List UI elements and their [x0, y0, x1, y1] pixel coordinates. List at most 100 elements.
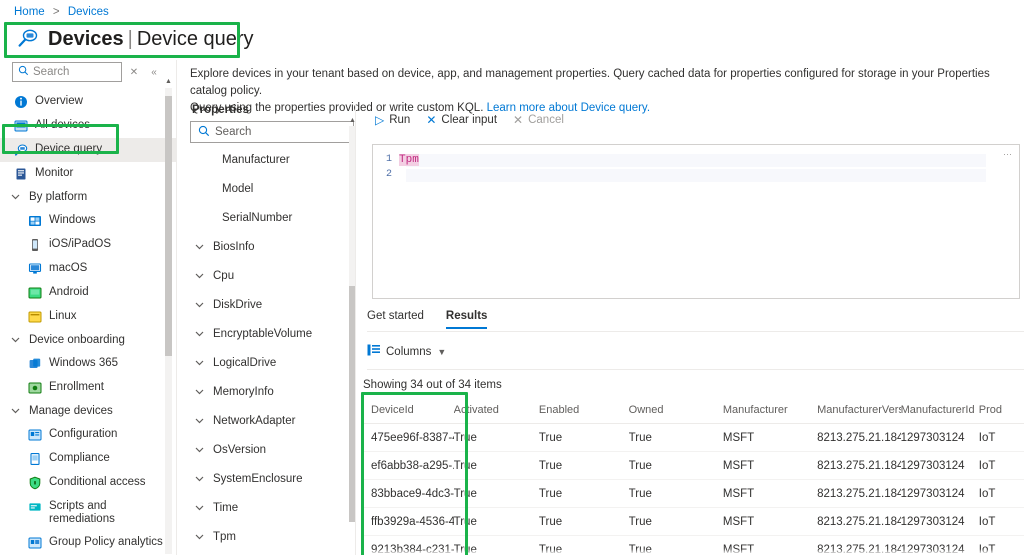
table-row[interactable]: 83bbace9-4dc3-...TrueTrueTrueMSFT8213.27…: [363, 480, 1024, 508]
table-cell: True: [628, 459, 652, 472]
table-row[interactable]: 475ee96f-8387-4...TrueTrueTrueMSFT8213.2…: [363, 424, 1024, 452]
property-item-osversion[interactable]: OsVersion: [190, 435, 356, 464]
sidebar-item-by-platform[interactable]: By platform: [0, 186, 176, 209]
all-devices-icon: [14, 119, 28, 133]
columns-button-label: Columns: [386, 345, 432, 358]
kql-query-editor[interactable]: ⋯ 1 Tpm 2: [372, 144, 1020, 299]
search-input[interactable]: Search: [12, 62, 122, 82]
table-cell: ef6abb38-a295-...: [371, 459, 454, 472]
sidebar-item-ios-ipados[interactable]: iOS/iPadOS: [0, 233, 176, 257]
table-cell: True: [538, 459, 563, 472]
android-icon: [28, 286, 42, 300]
property-item-serialnumber[interactable]: SerialNumber: [190, 203, 356, 232]
showing-count: Showing 34 out of 34 items: [363, 379, 502, 391]
table-cell: 9213b384-c231-...: [371, 543, 454, 555]
column-header[interactable]: DeviceId: [363, 404, 454, 416]
table-cell: IoT: [978, 487, 996, 500]
nav-scrollbar[interactable]: ▲: [165, 78, 172, 554]
column-header[interactable]: ManufacturerVers...: [817, 404, 901, 416]
sidebar-item-monitor[interactable]: Monitor: [0, 162, 176, 186]
nav-scrollbar-thumb[interactable]: [165, 96, 172, 356]
scroll-up-icon[interactable]: ▲: [165, 78, 172, 85]
property-item-label: Time: [213, 501, 239, 514]
breadcrumb-separator: >: [52, 6, 60, 18]
run-button[interactable]: ▷ Run: [375, 114, 410, 126]
intro-line-1: Explore devices in your tenant based on …: [190, 68, 990, 97]
table-cell: 8213.275.21.18466: [817, 431, 901, 444]
column-header[interactable]: Activated: [454, 404, 539, 416]
sidebar-item-label: By platform: [29, 191, 88, 203]
table-row[interactable]: ef6abb38-a295-... True True True MSFT 8213.27…: [363, 452, 1024, 480]
sidebar-item-overview[interactable]: Overview: [0, 90, 176, 114]
sidebar-item-group-policy-analytics[interactable]: Group Policy analytics: [0, 531, 176, 555]
table-cell: 1297303124: [900, 543, 965, 555]
breadcrumb-devices[interactable]: Devices: [68, 6, 109, 18]
column-header[interactable]: Owned: [629, 404, 723, 416]
sidebar-item-conditional-access[interactable]: Conditional access: [0, 471, 176, 495]
property-item-diskdrive[interactable]: DiskDrive: [190, 290, 356, 319]
sidebar-item-label: Conditional access: [49, 476, 146, 488]
property-item-cpu[interactable]: Cpu: [190, 261, 356, 290]
clear-input-button[interactable]: ✕ Clear input: [426, 114, 497, 126]
columns-rule: [367, 369, 1024, 370]
property-item-networkadapter[interactable]: NetworkAdapter: [190, 406, 356, 435]
column-header[interactable]: ManufacturerId: [901, 404, 979, 416]
sidebar-item-configuration[interactable]: Configuration: [0, 423, 176, 447]
chevron-down-icon: [10, 405, 22, 418]
property-item-tpm[interactable]: Tpm: [190, 522, 356, 551]
property-item-manufacturer[interactable]: Manufacturer: [190, 145, 356, 174]
property-item-encryptablevolume[interactable]: EncryptableVolume: [190, 319, 356, 348]
sidebar-item-windows-365[interactable]: Windows 365: [0, 352, 176, 376]
sidebar-item-android[interactable]: Android: [0, 281, 176, 305]
table-cell: True: [453, 459, 477, 472]
sidebar-item-macos[interactable]: macOS: [0, 257, 176, 281]
table-row[interactable]: ffb3929a-4536-4...TrueTrueTrueMSFT8213.2…: [363, 508, 1024, 536]
column-header[interactable]: Manufacturer: [723, 404, 817, 416]
property-item-biosinfo[interactable]: BiosInfo: [190, 232, 356, 261]
sidebar-item-enrollment[interactable]: Enrollment: [0, 376, 176, 400]
property-item-systemenclosure[interactable]: SystemEnclosure: [190, 464, 356, 493]
editor-line: 2: [373, 167, 1019, 182]
table-cell: 1297303124: [900, 431, 965, 444]
sidebar-item-label: Windows 365: [49, 357, 119, 369]
sidebar-item-label: Manage devices: [29, 405, 113, 417]
property-item-memoryinfo[interactable]: MemoryInfo: [190, 377, 356, 406]
properties-list: Manufacturer Model SerialNumber BiosInfo Cpu…: [190, 145, 356, 555]
chevron-double-left-icon[interactable]: «: [146, 64, 162, 80]
table-cell: 8213.275.21.18466: [817, 515, 901, 528]
query-command-bar: ▷ Run ✕ Clear input ✕ Cancel: [375, 114, 564, 126]
cancel-button: ✕ Cancel: [513, 114, 564, 126]
sidebar-item-windows[interactable]: Windows: [0, 209, 176, 233]
sidebar-item-scripts-and-remediations[interactable]: Scripts and remediations: [0, 495, 176, 531]
clear-icon[interactable]: ✕: [126, 64, 142, 80]
tab-results[interactable]: Results: [445, 310, 487, 329]
column-header[interactable]: Prod: [979, 404, 1024, 416]
property-item-label: SystemEnclosure: [213, 472, 303, 485]
sidebar-item-device-query[interactable]: Device query: [0, 138, 176, 162]
windows365-icon: [28, 357, 42, 371]
property-item-time[interactable]: Time: [190, 493, 356, 522]
columns-button[interactable]: Columns ▼: [367, 344, 446, 359]
editor-line-text: Tpm: [399, 153, 419, 166]
properties-search-input[interactable]: Search: [190, 121, 354, 143]
chevron-down-icon: ▼: [437, 346, 447, 357]
sidebar-item-compliance[interactable]: Compliance: [0, 447, 176, 471]
play-icon: ▷: [375, 113, 385, 127]
run-button-label: Run: [389, 114, 411, 126]
breadcrumb-home[interactable]: Home: [14, 6, 45, 18]
sidebar-item-linux[interactable]: Linux: [0, 305, 176, 329]
property-item-logicaldrive[interactable]: LogicalDrive: [190, 348, 356, 377]
chevron-down-icon: [194, 328, 206, 339]
table-cell: True: [628, 543, 652, 555]
sidebar-item-all-devices[interactable]: All devices: [0, 114, 176, 138]
sidebar-item-manage-devices[interactable]: Manage devices: [0, 400, 176, 423]
column-header[interactable]: Enabled: [539, 404, 629, 416]
table-cell: True: [538, 487, 563, 500]
tab-get-started[interactable]: Get started: [367, 310, 424, 329]
properties-title: Properties: [192, 104, 249, 116]
sidebar-item-device-onboarding[interactable]: Device onboarding: [0, 329, 176, 352]
table-row[interactable]: 9213b384-c231-...TrueTrueTrueMSFT8213.27…: [363, 536, 1024, 555]
sidebar-item-label: macOS: [49, 262, 88, 274]
learn-more-link[interactable]: Learn more about Device query.: [487, 102, 650, 114]
property-item-model[interactable]: Model: [190, 174, 356, 203]
